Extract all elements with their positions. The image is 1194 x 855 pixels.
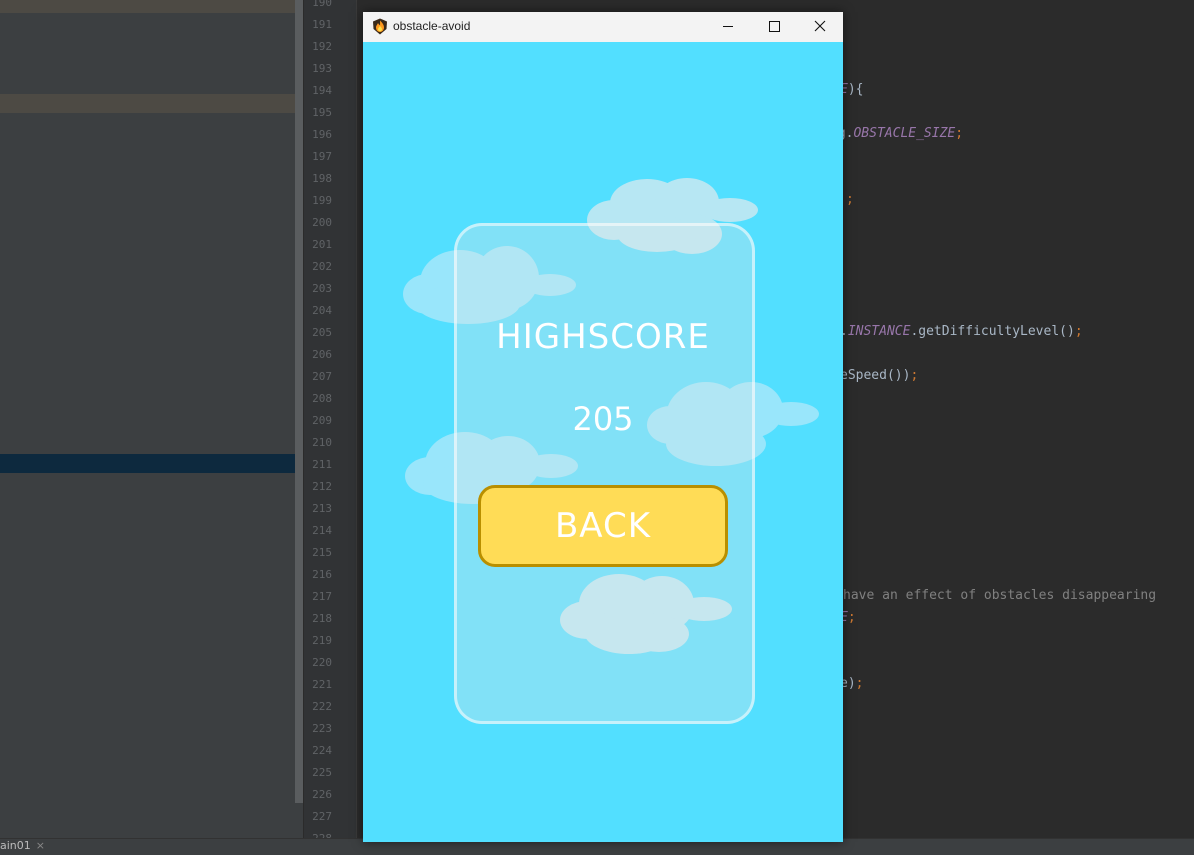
game-canvas[interactable] (363, 42, 843, 842)
line-number: 209 (312, 414, 332, 427)
maximize-icon (769, 21, 780, 32)
line-number: 204 (312, 304, 332, 317)
selected-row[interactable] (0, 454, 303, 473)
line-number: 222 (312, 700, 332, 713)
line-number: 191 (312, 18, 332, 31)
score-panel (454, 223, 755, 724)
code-token: ; (1074, 324, 1083, 339)
line-number: 227 (312, 810, 332, 823)
line-number: 192 (312, 40, 332, 53)
panel-scrollbar[interactable] (295, 0, 303, 803)
line-number: 198 (312, 172, 332, 185)
project-panel (0, 0, 303, 838)
line-number: 219 (312, 634, 332, 647)
line-number: 200 (312, 216, 332, 229)
line-number: 214 (312, 524, 332, 537)
code-token: OBSTACLE_SIZE (853, 126, 956, 141)
close-icon (814, 20, 826, 32)
line-number: 195 (312, 106, 332, 119)
line-number: 210 (312, 436, 332, 449)
line-number: 206 (312, 348, 332, 361)
close-button[interactable] (797, 12, 843, 42)
line-number-gutter: 190 191 192 193 194 195 196 197 198 199 200 201 202 2… (304, 0, 357, 845)
line-number: 196 (312, 128, 332, 141)
window-titlebar[interactable]: obstacle-avoid (363, 12, 843, 42)
line-number: 197 (312, 150, 332, 163)
line-number: 201 (312, 238, 332, 251)
code-token: ){ (847, 82, 864, 97)
line-number: 224 (312, 744, 332, 757)
line-number: 225 (312, 766, 332, 779)
line-number: 218 (312, 612, 332, 625)
line-number: 211 (312, 458, 332, 471)
highscore-title: HIGHSCORE (496, 317, 710, 357)
line-number: 221 (312, 678, 332, 691)
line-number: 208 (312, 392, 332, 405)
line-number: 220 (312, 656, 332, 669)
code-token: ; (847, 610, 856, 625)
line-number: 226 (312, 788, 332, 801)
minimize-icon (723, 26, 733, 27)
line-number: 194 (312, 84, 332, 97)
back-button[interactable]: BACK (478, 485, 728, 567)
game-window: obstacle-avoid HIGHSCORE 205 BACK (363, 12, 843, 842)
code-comment: have an effect of obstacles disappearing (843, 588, 1157, 603)
line-number: 217 (312, 590, 332, 603)
line-number: 199 (312, 194, 332, 207)
line-number: 216 (312, 568, 332, 581)
flame-shield-icon (373, 18, 387, 35)
code-token: ; (955, 126, 964, 141)
window-title: obstacle-avoid (393, 19, 471, 33)
run-tab[interactable]: ain01 × (0, 839, 45, 852)
minimize-button[interactable] (705, 12, 751, 42)
line-number: 223 (312, 722, 332, 735)
line-number: 190 (312, 0, 332, 9)
code-token: eSpeed()) (840, 368, 911, 383)
line-number: 207 (312, 370, 332, 383)
maximize-button[interactable] (751, 12, 797, 42)
line-number: 202 (312, 260, 332, 273)
highlighted-row (0, 94, 303, 113)
run-tab-label: ain01 (0, 839, 31, 852)
code-token: .getDifficultyLevel() (910, 324, 1075, 339)
highlighted-row (0, 0, 303, 13)
back-button-label: BACK (554, 506, 652, 546)
code-token: ; (855, 676, 864, 691)
line-number: 212 (312, 480, 332, 493)
line-number: 213 (312, 502, 332, 515)
highscore-value: 205 (572, 400, 634, 438)
close-icon[interactable]: × (36, 839, 45, 852)
code-token: ; (846, 192, 854, 207)
line-number: 193 (312, 62, 332, 75)
code-token: ; (910, 368, 919, 383)
line-number: 215 (312, 546, 332, 559)
code-token: INSTANCE (847, 324, 911, 339)
line-number: 205 (312, 326, 332, 339)
line-number: 203 (312, 282, 332, 295)
